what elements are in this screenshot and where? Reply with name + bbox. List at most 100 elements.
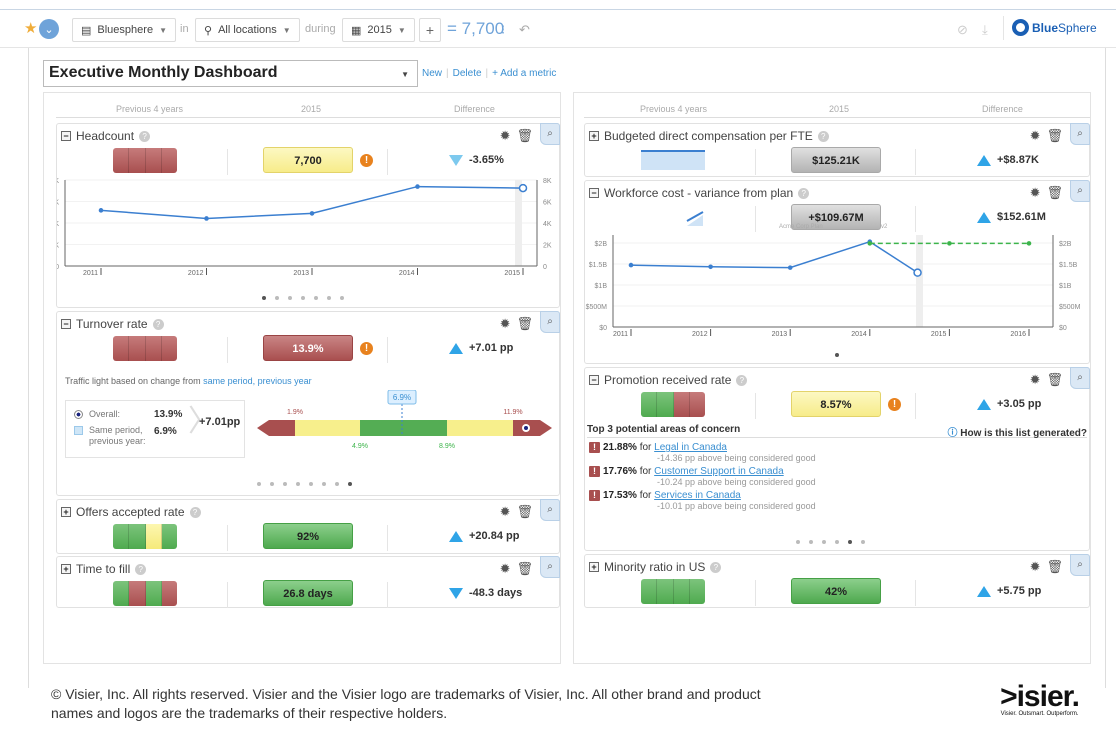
current-value[interactable]: 13.9% xyxy=(263,335,353,361)
page-dot[interactable] xyxy=(288,296,292,300)
page-dot[interactable] xyxy=(335,482,339,486)
search-icon[interactable]: ⌕ xyxy=(540,311,560,333)
search-icon[interactable]: ⌕ xyxy=(540,499,560,521)
current-value[interactable]: $125.21K xyxy=(791,147,881,173)
same-period-link[interactable]: same period, previous year xyxy=(203,376,312,386)
help-icon[interactable]: ? xyxy=(710,561,722,573)
dashboard-selector[interactable]: Executive Monthly Dashboard ▼ xyxy=(43,60,418,87)
gear-icon[interactable]: ✹ xyxy=(500,316,511,332)
collapse-icon[interactable]: − xyxy=(61,319,71,329)
page-dot[interactable] xyxy=(314,296,318,300)
col-header-previous: Previous 4 years xyxy=(640,104,708,114)
trash-icon[interactable]: 🗑 xyxy=(1046,128,1063,144)
help-icon[interactable]: ? xyxy=(135,563,147,575)
page-dot[interactable] xyxy=(283,482,287,486)
trash-icon[interactable]: 🗑 xyxy=(1046,372,1063,388)
gear-icon[interactable]: ✹ xyxy=(500,128,511,144)
gear-icon[interactable]: ✹ xyxy=(1030,559,1041,575)
warning-icon[interactable]: ! xyxy=(888,398,901,411)
page-dot[interactable] xyxy=(796,540,800,544)
location-selector[interactable]: ⚲ All locations ▼ xyxy=(195,18,300,42)
page-dot[interactable] xyxy=(322,482,326,486)
search-icon[interactable]: ⌕ xyxy=(1070,180,1090,202)
y-tick-label: 6K xyxy=(57,200,59,207)
page-dot[interactable] xyxy=(327,296,331,300)
gear-icon[interactable]: ✹ xyxy=(1030,372,1041,388)
concern-area-link[interactable]: Services in Canada xyxy=(654,490,741,501)
expand-icon[interactable]: + xyxy=(589,131,599,141)
help-icon[interactable]: ? xyxy=(189,506,201,518)
concern-area-link[interactable]: Legal in Canada xyxy=(654,442,727,453)
favorite-star-icon[interactable]: ★ xyxy=(24,19,37,37)
page-dot[interactable] xyxy=(309,482,313,486)
trash-icon[interactable]: 🗑 xyxy=(516,561,533,577)
page-dot[interactable] xyxy=(848,540,852,544)
add-filter-button[interactable]: + xyxy=(419,18,441,42)
current-value[interactable]: 8.57% xyxy=(791,391,881,417)
info-person-icon[interactable]: ⁝ xyxy=(501,22,505,38)
data-point xyxy=(309,211,315,216)
collapse-icon[interactable]: − xyxy=(589,375,599,385)
current-value[interactable]: 26.8 days xyxy=(263,580,353,606)
search-icon[interactable]: ⌕ xyxy=(540,123,560,145)
expand-icon[interactable]: + xyxy=(61,507,71,517)
page-dot[interactable] xyxy=(270,482,274,486)
gear-icon[interactable]: ✹ xyxy=(500,504,511,520)
new-dashboard-link[interactable]: New xyxy=(422,68,442,79)
concern-area-link[interactable]: Customer Support in Canada xyxy=(654,466,784,477)
expand-icon[interactable]: + xyxy=(589,562,599,572)
highlight-band xyxy=(916,235,923,327)
page-dot[interactable] xyxy=(301,296,305,300)
search-icon[interactable]: ⌕ xyxy=(540,556,560,578)
page-dot[interactable] xyxy=(809,540,813,544)
current-value[interactable]: 92% xyxy=(263,523,353,549)
help-icon[interactable]: ? xyxy=(817,130,829,142)
period-selector[interactable]: ▦ 2015 ▼ xyxy=(342,18,415,42)
how-generated-link[interactable]: ⓘ How is this list generated? xyxy=(948,424,1087,439)
trash-icon[interactable]: 🗑 xyxy=(1046,185,1063,201)
help-icon[interactable]: ? xyxy=(152,318,164,330)
page-dot[interactable] xyxy=(296,482,300,486)
page-dot[interactable] xyxy=(861,540,865,544)
search-icon[interactable]: ⌕ xyxy=(1070,554,1090,576)
trash-icon[interactable]: 🗑 xyxy=(516,504,533,520)
plan-version-label: v2 xyxy=(881,224,888,230)
warning-icon[interactable]: ! xyxy=(360,342,373,355)
gear-icon[interactable]: ✹ xyxy=(1030,185,1041,201)
collapse-icon[interactable]: − xyxy=(589,188,599,198)
page-dot[interactable] xyxy=(340,296,344,300)
undo-icon[interactable]: ↶ xyxy=(519,22,530,38)
expand-icon[interactable]: + xyxy=(61,564,71,574)
current-value[interactable]: 42% xyxy=(791,578,881,604)
page-dot[interactable] xyxy=(275,296,279,300)
org-selector[interactable]: ▤ Bluesphere ▼ xyxy=(72,18,176,42)
trash-icon[interactable]: 🗑 xyxy=(1046,559,1063,575)
page-dot[interactable] xyxy=(262,296,266,300)
search-icon[interactable]: ⌕ xyxy=(1070,367,1090,389)
add-metric-link[interactable]: + Add a metric xyxy=(492,68,556,79)
help-icon[interactable]: ? xyxy=(139,130,151,142)
chevron-down-circle-icon[interactable]: ⌄ xyxy=(39,19,59,39)
search-icon[interactable]: ⌕ xyxy=(1070,123,1090,145)
gear-icon[interactable]: ✹ xyxy=(1030,128,1041,144)
help-icon[interactable]: ? xyxy=(736,374,748,386)
download-icon[interactable]: ⤓ xyxy=(982,22,988,38)
collapse-icon[interactable]: − xyxy=(61,131,71,141)
delete-dashboard-link[interactable]: Delete xyxy=(453,68,482,79)
page-dot[interactable] xyxy=(348,482,352,486)
difference-text: -48.3 days xyxy=(469,587,523,599)
gear-icon[interactable]: ✹ xyxy=(500,561,511,577)
help-icon[interactable]: ? xyxy=(798,187,810,199)
compass-icon[interactable]: ⊘ xyxy=(957,22,968,38)
right-column: Previous 4 years 2015 Difference + Budget… xyxy=(573,92,1091,664)
page-dot[interactable] xyxy=(835,540,839,544)
page-dot[interactable] xyxy=(835,353,839,357)
page-dot[interactable] xyxy=(257,482,261,486)
current-value[interactable]: 7,700 xyxy=(263,147,353,173)
warning-icon[interactable]: ! xyxy=(360,154,373,167)
y-tick-label: 2K xyxy=(57,243,59,250)
trash-icon[interactable]: 🗑 xyxy=(516,128,533,144)
trash-icon[interactable]: 🗑 xyxy=(516,316,533,332)
page-dot[interactable] xyxy=(822,540,826,544)
location-selector-label: All locations xyxy=(218,24,277,36)
